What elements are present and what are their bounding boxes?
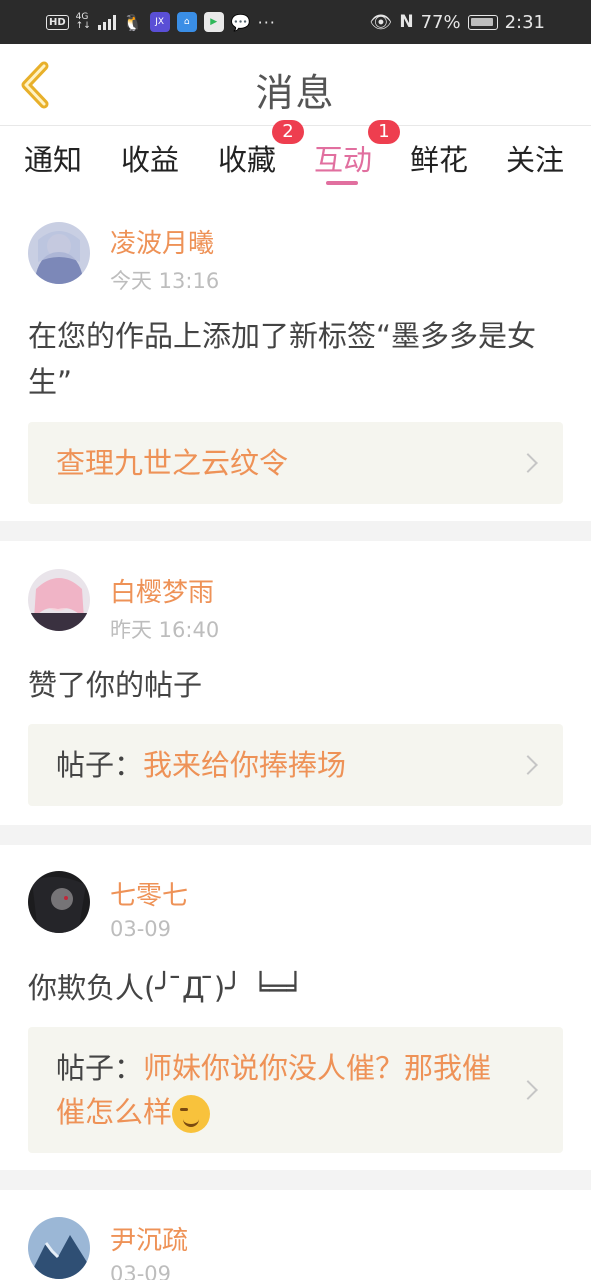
signal-icon <box>97 14 116 30</box>
message-item: 七零七 03-09 你欺负人(╯ ̄Д ̄)╯ ╘═╛ 帖子：师妹你说你没人催？… <box>0 845 591 1170</box>
message-item: 凌波月曦 今天 13:16 在您的作品上添加了新标签“墨多多是女生” 查理九世之… <box>0 195 591 521</box>
user-name[interactable]: 七零七 <box>110 875 188 912</box>
tab-notifications[interactable]: 通知 <box>24 137 82 179</box>
app-icon: JX <box>149 12 170 32</box>
referenced-work[interactable]: 查理九世之云纹令 <box>28 422 563 504</box>
referenced-post-prefix: 帖子： <box>56 748 144 782</box>
message-text: 赞了你的帖子 <box>28 668 203 702</box>
chevron-right-icon <box>518 1080 538 1100</box>
chevron-right-icon <box>518 755 538 775</box>
network-type-icon: 4G ↑↓ <box>75 12 91 31</box>
tab-favorites[interactable]: 收藏 <box>218 137 276 179</box>
wechat-icon: 💬 <box>230 12 251 32</box>
page-title: 消息 <box>255 71 336 115</box>
message-text: 在您的作品上添加了新标签“墨多多是女生” <box>28 319 537 399</box>
tab-bar: 通知 收益 收藏 2 互动 1 鲜花 关注 <box>0 120 591 193</box>
avatar[interactable] <box>28 1217 90 1279</box>
referenced-post[interactable]: 帖子：师妹你说你没人催？那我催催怎么样 <box>28 1027 563 1153</box>
hd-icon: HD <box>46 14 69 30</box>
referenced-work-title: 查理九世之云纹令 <box>56 446 289 480</box>
tab-earnings[interactable]: 收益 <box>121 137 179 179</box>
eye-icon: 👁 <box>369 11 393 33</box>
header: 消息 <box>0 44 591 126</box>
smirk-emoji-icon <box>172 1095 211 1133</box>
status-bar: HD 4G ↑↓ 🐧 JX ⌂ ▶ 💬 ··· 👁 N 77% 2:31 <box>0 0 591 44</box>
tab-following[interactable]: 关注 <box>506 137 564 179</box>
tab-interactions[interactable]: 互动 <box>314 137 372 179</box>
chevron-right-icon <box>518 453 538 473</box>
referenced-post-prefix: 帖子： <box>56 1051 144 1085</box>
active-tab-indicator <box>326 181 358 185</box>
tab-flowers[interactable]: 鲜花 <box>410 137 468 179</box>
divider <box>0 521 591 541</box>
message-time: 昨天 16:40 <box>110 618 220 642</box>
tab-interactions-badge: 1 <box>368 120 400 144</box>
user-name[interactable]: 凌波月曦 <box>110 223 214 260</box>
message-item: 白樱梦雨 昨天 16:40 赞了你的帖子 帖子： 我来给你捧捧场 <box>0 541 591 825</box>
battery-icon <box>467 14 498 30</box>
avatar[interactable] <box>28 222 90 284</box>
qq-icon: 🐧 <box>122 12 143 32</box>
battery-percent: 77% <box>420 11 461 33</box>
tab-favorites-badge: 2 <box>272 120 304 144</box>
user-name[interactable]: 白樱梦雨 <box>110 572 214 609</box>
message-item: 尹沉疏 03-09 <box>0 1190 591 1280</box>
referenced-post[interactable]: 帖子： 我来给你捧捧场 <box>28 724 563 806</box>
divider <box>0 825 591 845</box>
map-icon: ⌂ <box>176 12 197 32</box>
message-time: 今天 13:16 <box>110 269 220 293</box>
user-name[interactable]: 尹沉疏 <box>110 1220 188 1257</box>
referenced-post-title: 我来给你捧捧场 <box>143 748 347 782</box>
more-notifications-icon: ··· <box>257 12 276 32</box>
video-icon: ▶ <box>203 12 224 32</box>
avatar[interactable] <box>28 871 90 933</box>
avatar[interactable] <box>28 569 90 631</box>
message-text: 你欺负人(╯ ̄Д ̄)╯ ╘═╛ <box>28 971 305 1005</box>
message-time: 03-09 <box>110 917 172 941</box>
clock: 2:31 <box>504 11 545 33</box>
nfc-icon: N <box>399 12 414 32</box>
divider <box>0 1170 591 1190</box>
message-time: 03-09 <box>110 1262 172 1280</box>
referenced-post-content: 帖子：师妹你说你没人催？那我催催怎么样 <box>56 1046 501 1134</box>
